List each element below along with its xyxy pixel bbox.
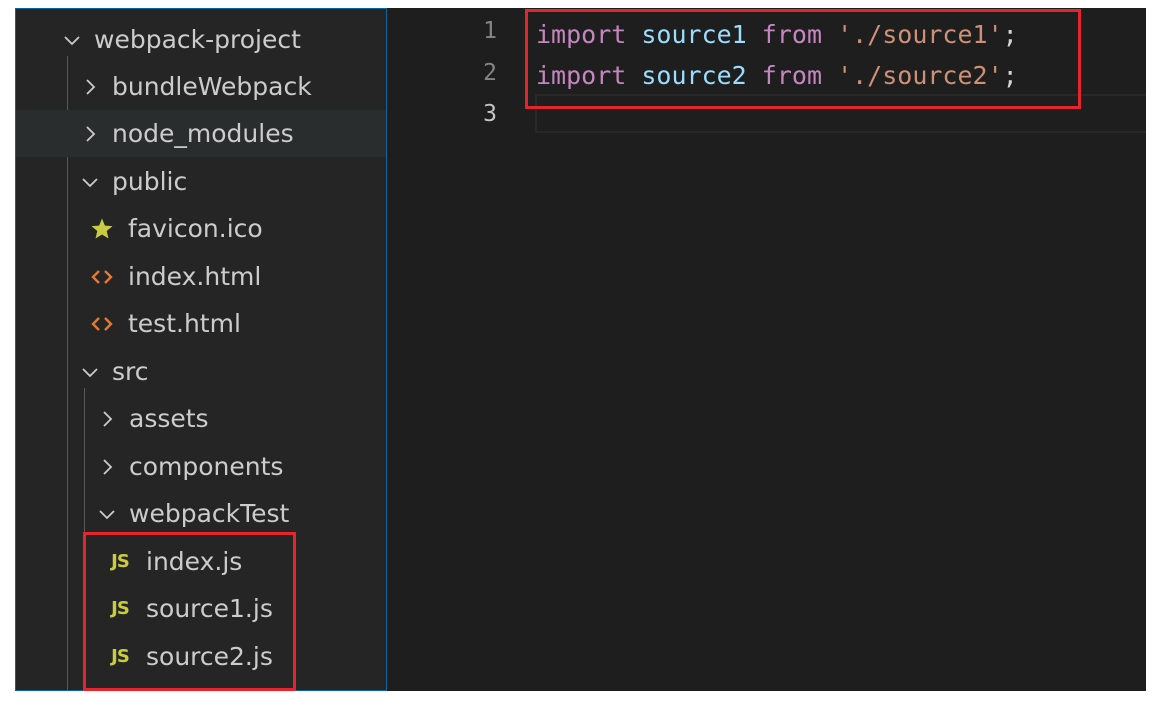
keyword-from: from bbox=[761, 61, 823, 90]
chevron-right-icon bbox=[78, 122, 102, 146]
tree-folder-webpacktest[interactable]: webpackTest bbox=[16, 490, 386, 537]
html-icon bbox=[90, 312, 114, 336]
code-line-2[interactable]: import source2 from './source2'; bbox=[536, 55, 1018, 96]
tree-folder-webpack-project[interactable]: webpack-project bbox=[16, 16, 386, 63]
explorer-sidebar: webpack-project bundleWebpack node_modul… bbox=[15, 8, 387, 691]
js-icon: JS bbox=[111, 598, 130, 619]
tree-file-source1-js[interactable]: JS source1.js bbox=[16, 585, 386, 632]
line-number-active: 3 bbox=[483, 101, 497, 127]
keyword-import: import bbox=[536, 20, 627, 49]
identifier: source2 bbox=[641, 61, 747, 90]
tree-file-favicon[interactable]: favicon.ico bbox=[16, 205, 386, 252]
line-number: 2 bbox=[483, 60, 497, 86]
html-icon bbox=[90, 265, 114, 289]
star-icon bbox=[90, 217, 114, 241]
tree-item-label: favicon.ico bbox=[128, 214, 263, 243]
chevron-right-icon bbox=[95, 407, 119, 431]
tree-item-label: test.html bbox=[128, 309, 241, 338]
tree-item-label: node_modules bbox=[112, 119, 294, 148]
tree-folder-src[interactable]: src bbox=[16, 348, 386, 395]
string-literal: './source1' bbox=[837, 20, 1003, 49]
tree-folder-node-modules[interactable]: node_modules bbox=[16, 110, 386, 157]
semicolon: ; bbox=[1002, 61, 1018, 90]
js-icon: JS bbox=[111, 646, 130, 667]
current-line-highlight bbox=[535, 94, 1146, 133]
tree-item-label: webpack-project bbox=[94, 25, 301, 54]
chevron-down-icon bbox=[95, 502, 119, 526]
chevron-right-icon bbox=[95, 455, 119, 479]
tree-file-index-html[interactable]: index.html bbox=[16, 253, 386, 300]
tree-folder-bundlewebpack[interactable]: bundleWebpack bbox=[16, 63, 386, 110]
tree-folder-components[interactable]: components bbox=[16, 443, 386, 490]
tree-file-source2-js[interactable]: JS source2.js bbox=[16, 633, 386, 680]
tree-item-label: source1.js bbox=[146, 594, 273, 623]
tree-item-label: source2.js bbox=[146, 642, 273, 671]
keyword-from: from bbox=[761, 20, 823, 49]
tree-item-label: components bbox=[129, 452, 284, 481]
tree-file-test-html[interactable]: test.html bbox=[16, 300, 386, 347]
tree-item-label: webpackTest bbox=[129, 499, 290, 528]
tree-item-label: src bbox=[112, 357, 149, 386]
vscode-window: webpack-project bundleWebpack node_modul… bbox=[15, 8, 1146, 691]
tree-item-label: index.js bbox=[146, 547, 243, 576]
line-number: 1 bbox=[483, 18, 497, 44]
js-icon: JS bbox=[111, 551, 130, 572]
tree-folder-public[interactable]: public bbox=[16, 158, 386, 205]
code-line-1[interactable]: import source1 from './source1'; bbox=[536, 14, 1018, 55]
chevron-down-icon bbox=[60, 28, 84, 52]
tree-item-label: bundleWebpack bbox=[112, 72, 312, 101]
tree-folder-assets[interactable]: assets bbox=[16, 395, 386, 442]
chevron-right-icon bbox=[78, 75, 102, 99]
string-literal: './source2' bbox=[837, 61, 1003, 90]
identifier: source1 bbox=[641, 20, 747, 49]
code-editor[interactable]: 1 2 3 import source1 from './source1'; i… bbox=[387, 8, 1146, 691]
tree-item-label: public bbox=[112, 167, 188, 196]
chevron-down-icon bbox=[78, 170, 102, 194]
tree-item-label: index.html bbox=[128, 262, 262, 291]
semicolon: ; bbox=[1002, 20, 1018, 49]
keyword-import: import bbox=[536, 61, 627, 90]
chevron-down-icon bbox=[78, 360, 102, 384]
tree-file-index-js[interactable]: JS index.js bbox=[16, 538, 386, 585]
tree-item-label: assets bbox=[129, 404, 209, 433]
